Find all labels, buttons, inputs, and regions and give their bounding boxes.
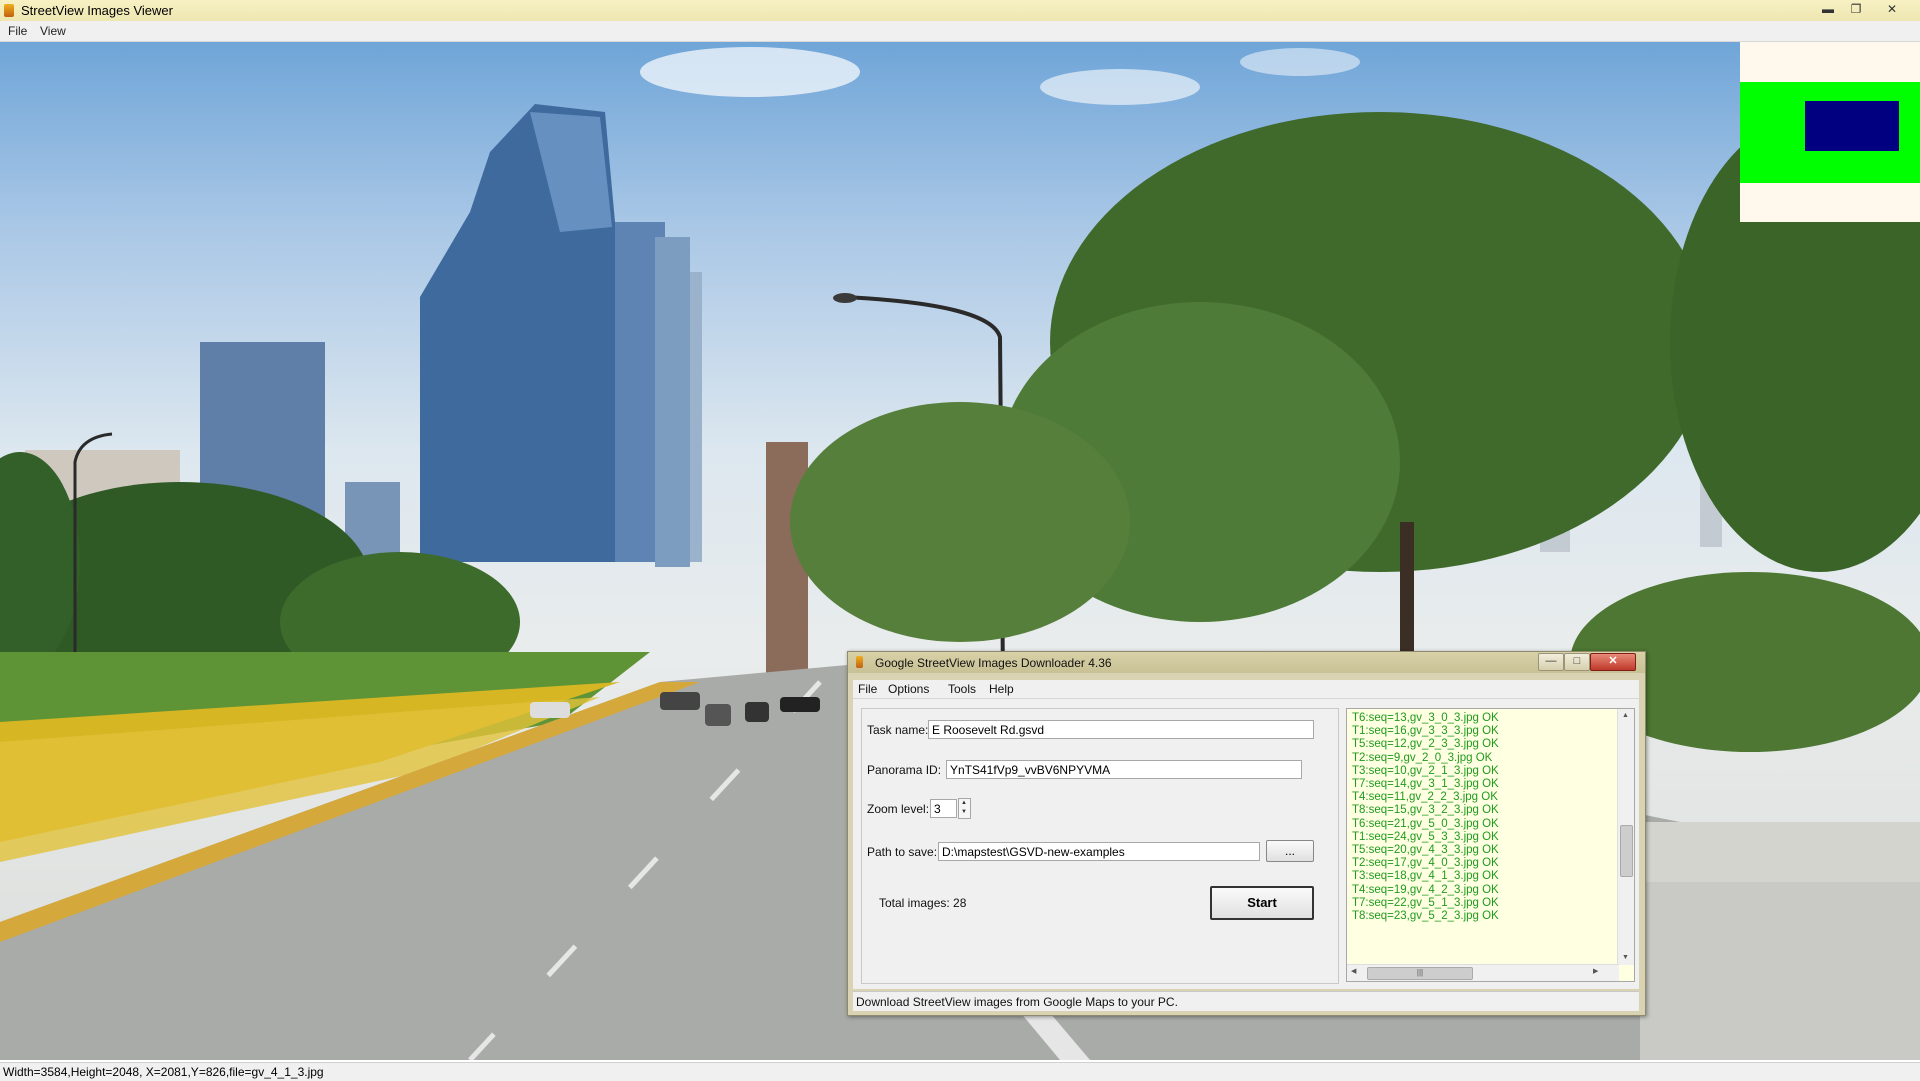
log-line: T1:seq=24,gv_5_3_3.jpg OK xyxy=(1352,830,1499,843)
zoom-level-field[interactable]: 3 xyxy=(930,799,957,818)
log-line: T8:seq=15,gv_3_2_3.jpg OK xyxy=(1352,804,1499,817)
dialog-title: Google StreetView Images Downloader 4.36 xyxy=(875,656,1112,670)
task-name-label: Task name: xyxy=(867,723,929,737)
menu-view[interactable]: View xyxy=(40,24,66,38)
stepper-up-icon[interactable]: ▲ xyxy=(961,800,967,806)
log-line: T5:seq=12,gv_2_3_3.jpg OK xyxy=(1352,738,1499,751)
dialog-app-icon xyxy=(856,656,863,668)
dialog-menu-file[interactable]: File xyxy=(858,682,877,696)
scroll-thumb[interactable] xyxy=(1620,825,1633,877)
dialog-status-text: Download StreetView images from Google M… xyxy=(856,995,1178,1009)
scroll-up-icon[interactable]: ▲ xyxy=(1622,712,1629,719)
scroll-left-icon[interactable]: ◀ xyxy=(1351,967,1356,975)
minimap-viewport[interactable] xyxy=(1805,101,1899,151)
path-to-save-label: Path to save: xyxy=(867,845,938,859)
log-vertical-scrollbar[interactable]: ▲ ▼ xyxy=(1617,709,1634,965)
viewer-title: StreetView Images Viewer xyxy=(21,3,173,18)
log-line: T2:seq=17,gv_4_0_3.jpg OK xyxy=(1352,857,1499,870)
dialog-menu-help[interactable]: Help xyxy=(989,682,1014,696)
browse-button[interactable]: ... xyxy=(1266,840,1314,862)
download-log-list[interactable]: T6:seq=13,gv_3_0_3.jpg OK T1:seq=16,gv_3_… xyxy=(1346,708,1635,982)
dialog-close-icon[interactable]: ✕ xyxy=(1590,653,1636,671)
viewer-status-text: Width=3584,Height=2048, X=2081,Y=826,fil… xyxy=(3,1065,324,1079)
log-line: T4:seq=11,gv_2_2_3.jpg OK xyxy=(1352,791,1498,804)
start-button[interactable]: Start xyxy=(1210,886,1314,920)
viewer-status-bar: Width=3584,Height=2048, X=2081,Y=826,fil… xyxy=(0,1062,1920,1081)
dialog-menu-options[interactable]: Options xyxy=(888,682,929,696)
scroll-h-thumb[interactable]: ||| xyxy=(1367,967,1473,980)
total-images-text: Total images: 28 xyxy=(879,896,967,910)
log-line: T7:seq=22,gv_5_1_3.jpg OK xyxy=(1352,896,1499,909)
task-name-field[interactable]: E Roosevelt Rd.gsvd xyxy=(928,720,1314,739)
restore-icon[interactable]: ❐ xyxy=(1845,1,1867,18)
close-icon[interactable]: ✕ xyxy=(1881,1,1903,18)
viewer-menu-bar: File View xyxy=(0,21,1920,42)
path-to-save-field[interactable]: D:\mapstest\GSVD-new-examples xyxy=(938,842,1260,861)
downloader-dialog: Google StreetView Images Downloader 4.36… xyxy=(847,651,1646,1016)
app-icon xyxy=(4,4,14,17)
panorama-id-field[interactable]: YnTS41fVp9_vvBV6NPYVMA xyxy=(946,760,1302,779)
zoom-level-label: Zoom level: xyxy=(867,802,930,816)
viewer-title-bar: StreetView Images Viewer ▬ ❐ ✕ xyxy=(0,0,1920,22)
dialog-title-bar[interactable]: Google StreetView Images Downloader 4.36… xyxy=(848,652,1645,673)
log-line: T1:seq=16,gv_3_3_3.jpg OK xyxy=(1352,725,1499,738)
minimize-icon[interactable]: ▬ xyxy=(1817,1,1839,18)
log-line: T3:seq=18,gv_4_1_3.jpg OK xyxy=(1352,870,1499,883)
zoom-level-stepper[interactable]: ▲ ▼ xyxy=(958,798,971,819)
dialog-status-bar: Download StreetView images from Google M… xyxy=(853,991,1639,1011)
dialog-body: Task name: E Roosevelt Rd.gsvd Panorama … xyxy=(853,699,1639,989)
log-line: T6:seq=21,gv_5_0_3.jpg OK xyxy=(1352,817,1499,830)
task-settings-panel: Task name: E Roosevelt Rd.gsvd Panorama … xyxy=(861,708,1339,984)
stepper-down-icon[interactable]: ▼ xyxy=(961,809,967,815)
scroll-down-icon[interactable]: ▼ xyxy=(1622,954,1629,961)
log-line: T6:seq=13,gv_3_0_3.jpg OK xyxy=(1352,712,1499,724)
dialog-menu-bar: File Options Tools Help xyxy=(853,680,1639,699)
dialog-menu-tools[interactable]: Tools xyxy=(948,682,976,696)
minimap[interactable] xyxy=(1740,42,1920,222)
log-line: T2:seq=9,gv_2_0_3.jpg OK xyxy=(1352,751,1493,764)
scroll-right-icon[interactable]: ▶ xyxy=(1593,967,1598,975)
dialog-maximize-icon[interactable]: □ xyxy=(1564,653,1590,671)
log-horizontal-scrollbar[interactable]: ◀ ||| ▶ xyxy=(1347,964,1619,981)
log-line: T8:seq=23,gv_5_2_3.jpg OK xyxy=(1352,910,1499,922)
log-line: T4:seq=19,gv_4_2_3.jpg OK xyxy=(1352,883,1499,896)
log-line: T3:seq=10,gv_2_1_3.jpg OK xyxy=(1352,764,1499,777)
dialog-minimize-icon[interactable]: — xyxy=(1538,653,1564,671)
log-line: T5:seq=20,gv_4_3_3.jpg OK xyxy=(1352,844,1499,856)
menu-file[interactable]: File xyxy=(8,24,27,38)
log-line: T7:seq=14,gv_3_1_3.jpg OK xyxy=(1352,778,1499,790)
panorama-id-label: Panorama ID: xyxy=(867,763,942,777)
